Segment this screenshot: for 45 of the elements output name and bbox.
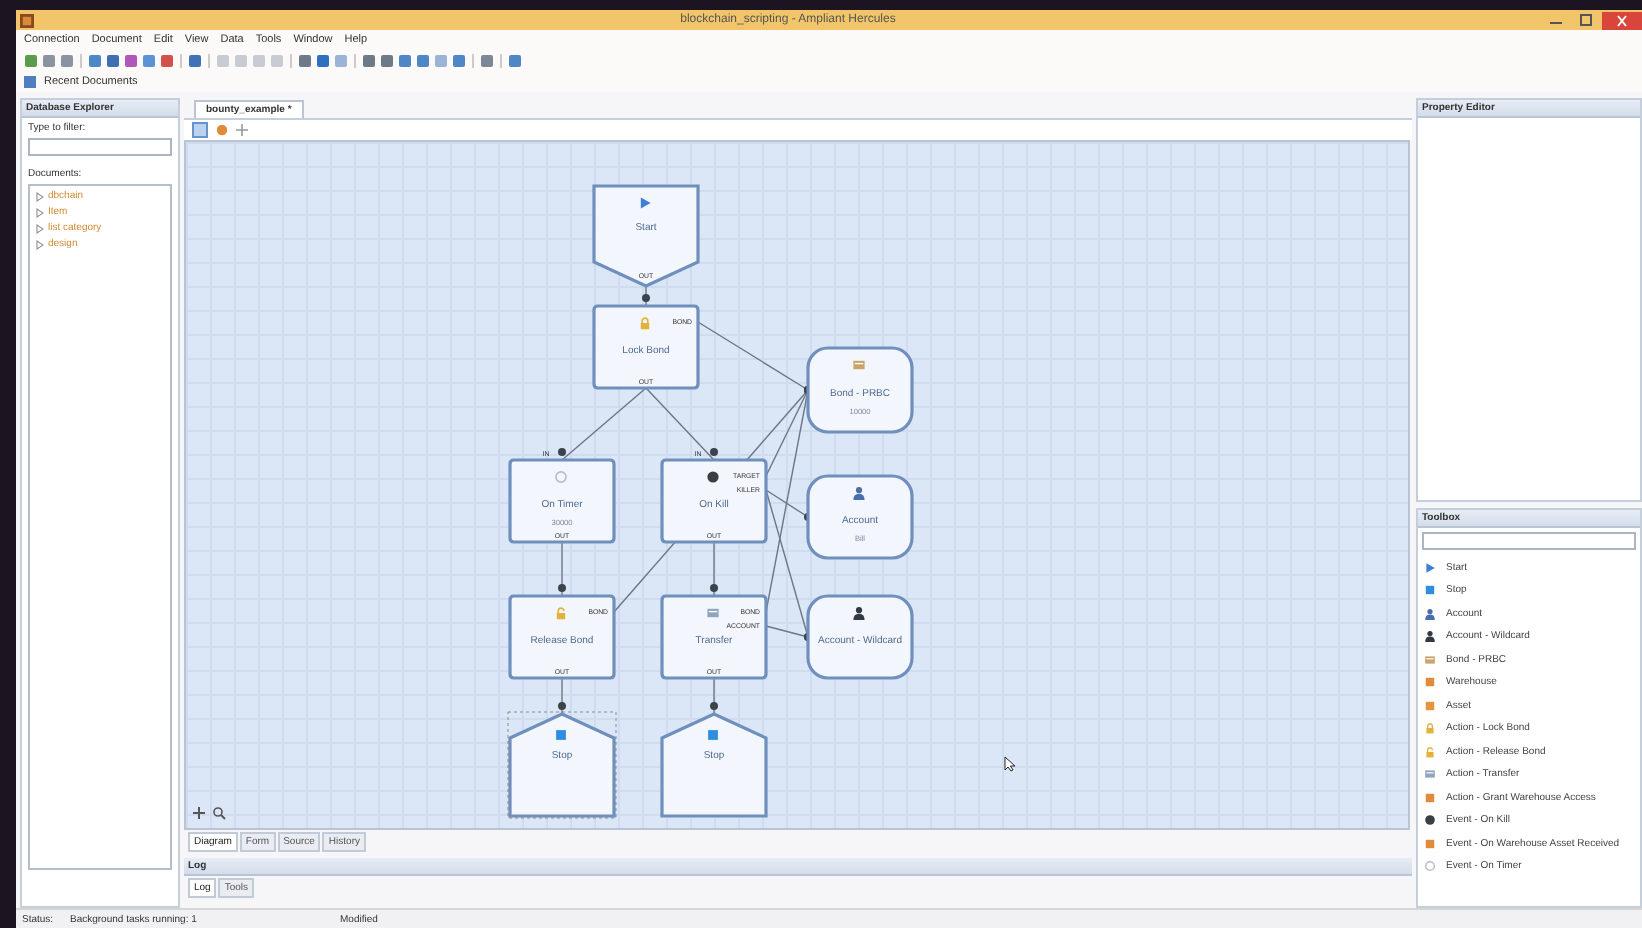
connector-line: [561, 541, 563, 597]
toolbox-item-icon: [1424, 630, 1436, 643]
flow-node[interactable]: [660, 458, 768, 544]
node-icon: [554, 728, 568, 742]
flow-node[interactable]: [508, 458, 616, 544]
port-dot: [558, 702, 566, 710]
node-icon: [554, 606, 568, 620]
node-icon: [554, 470, 568, 484]
port-dot: [558, 448, 566, 456]
toolbox-search-field[interactable]: [1422, 532, 1636, 550]
port-dot: [710, 448, 718, 456]
flow-node[interactable]: [592, 184, 700, 288]
flow-node[interactable]: [508, 594, 616, 680]
flow-node[interactable]: [806, 346, 914, 434]
port-dot: [710, 584, 718, 592]
connector-line: [561, 677, 563, 715]
close-icon[interactable]: [1602, 11, 1642, 29]
flow-node[interactable]: [507, 711, 617, 819]
toolbox-item-icon: [1424, 607, 1436, 620]
app-icon: [20, 13, 34, 27]
flow-node[interactable]: [660, 594, 768, 680]
flow-node[interactable]: [660, 712, 768, 818]
node-icon: [706, 728, 720, 742]
port-dot: [642, 294, 650, 302]
mouse-cursor-icon: [1004, 756, 1016, 772]
filter-field[interactable]: [28, 138, 172, 156]
search-icon[interactable]: [212, 806, 226, 820]
zoom-in-icon[interactable]: [192, 806, 206, 820]
node-icon: [706, 606, 720, 620]
node-icon: [852, 606, 866, 620]
node-icon: [638, 196, 652, 210]
port-dot: [558, 584, 566, 592]
node-icon: [852, 486, 866, 500]
toolbox-item-icon: [1424, 745, 1436, 758]
port-dot: [710, 702, 718, 710]
node-icon: [638, 316, 652, 330]
toolbox-item-icon: [1424, 722, 1436, 735]
toolbox-item-icon: [1424, 653, 1436, 666]
flow-node[interactable]: [806, 474, 914, 560]
toolbox-item-icon: [1424, 768, 1436, 781]
flow-node[interactable]: [806, 594, 914, 680]
connector-line: [713, 677, 715, 715]
flow-node[interactable]: [592, 304, 700, 390]
node-icon: [706, 470, 720, 484]
node-icon: [852, 358, 866, 372]
